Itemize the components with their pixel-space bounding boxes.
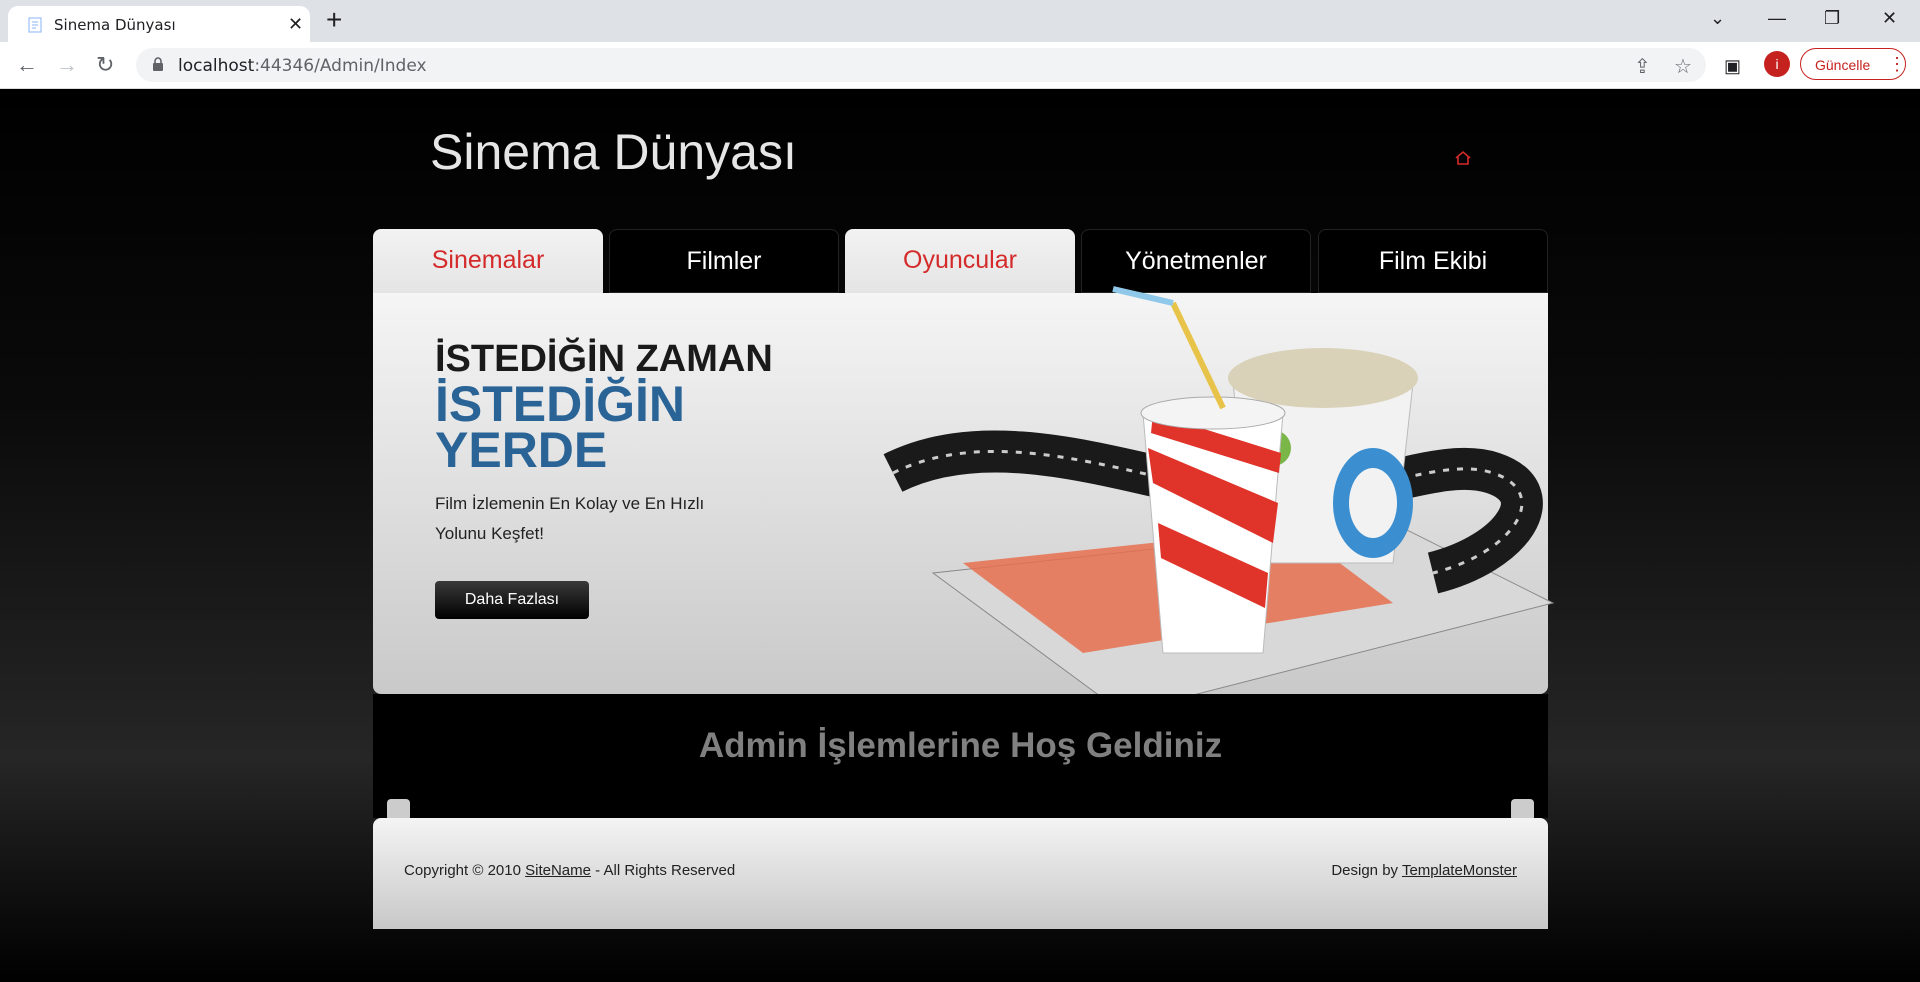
banner-tagline: Film İzlemenin En Kolay ve En Hızlı Yolu…: [435, 494, 705, 543]
side-panel-icon[interactable]: ▣: [1724, 56, 1741, 77]
site-title: Sinema Dünyası: [430, 124, 797, 180]
omnibox[interactable]: localhost:44346/Admin/Index ⇪ ☆: [136, 48, 1706, 82]
film-strip-welcome: Admin İşlemlerine Hoş Geldiniz: [373, 694, 1548, 896]
url-text[interactable]: localhost:44346/Admin/Index: [178, 56, 427, 76]
tab-close-icon[interactable]: ✕: [288, 14, 303, 35]
menu-kebab-icon[interactable]: ⋮: [1888, 48, 1906, 80]
page-body: Sinema Dünyası Sinemalar Filmler Oyuncul…: [0, 89, 1920, 982]
footer: Copyright © 2010 SiteName - All Rights R…: [373, 818, 1548, 929]
reload-icon[interactable]: ↻: [96, 52, 114, 78]
browser-tabbar: Sinema Dünyası ✕ + ⌄ — ❐ ✕: [0, 0, 1920, 42]
page-favicon-icon: [28, 17, 42, 33]
close-window-icon[interactable]: ✕: [1882, 8, 1897, 29]
avatar[interactable]: i: [1764, 51, 1790, 77]
browser-tab[interactable]: Sinema Dünyası ✕: [8, 6, 310, 42]
lock-icon: [153, 57, 163, 71]
nav-tab-sinemalar[interactable]: Sinemalar: [373, 229, 603, 295]
copyright-text: Copyright © 2010 SiteName - All Rights R…: [404, 862, 736, 879]
banner-subheadline: İSTEDİĞİN YERDE: [435, 376, 686, 478]
bookmark-star-icon[interactable]: ☆: [1674, 54, 1692, 79]
hero-banner: İSTEDİĞİN ZAMAN İSTEDİĞİN YERDE Film İzl…: [373, 286, 1555, 713]
back-icon[interactable]: ←: [16, 52, 38, 78]
tab-title: Sinema Dünyası: [54, 16, 176, 34]
more-button[interactable]: Daha Fazlası: [435, 581, 589, 619]
minimize-icon[interactable]: —: [1768, 8, 1786, 29]
banner-headline: İSTEDİĞİN ZAMAN: [435, 338, 773, 380]
welcome-heading: Admin İşlemlerine Hoş Geldiniz: [698, 726, 1223, 765]
templatemonster-link[interactable]: TemplateMonster: [1402, 862, 1517, 879]
share-icon[interactable]: ⇪: [1634, 54, 1651, 79]
new-tab-icon[interactable]: +: [326, 6, 342, 34]
home-icon[interactable]: [1454, 149, 1472, 167]
sitename-link[interactable]: SiteName: [525, 862, 591, 879]
design-credit: Design by TemplateMonster: [1331, 862, 1517, 879]
address-bar: ← → ↻ localhost:44346/Admin/Index ⇪ ☆ ▣ …: [0, 42, 1920, 89]
nav-tab-filmler[interactable]: Filmler: [609, 229, 839, 293]
restore-icon[interactable]: ❐: [1824, 8, 1840, 29]
popcorn-drink-film-illustration: [883, 286, 1555, 713]
tab-search-icon[interactable]: ⌄: [1710, 8, 1725, 29]
forward-icon[interactable]: →: [56, 52, 78, 78]
